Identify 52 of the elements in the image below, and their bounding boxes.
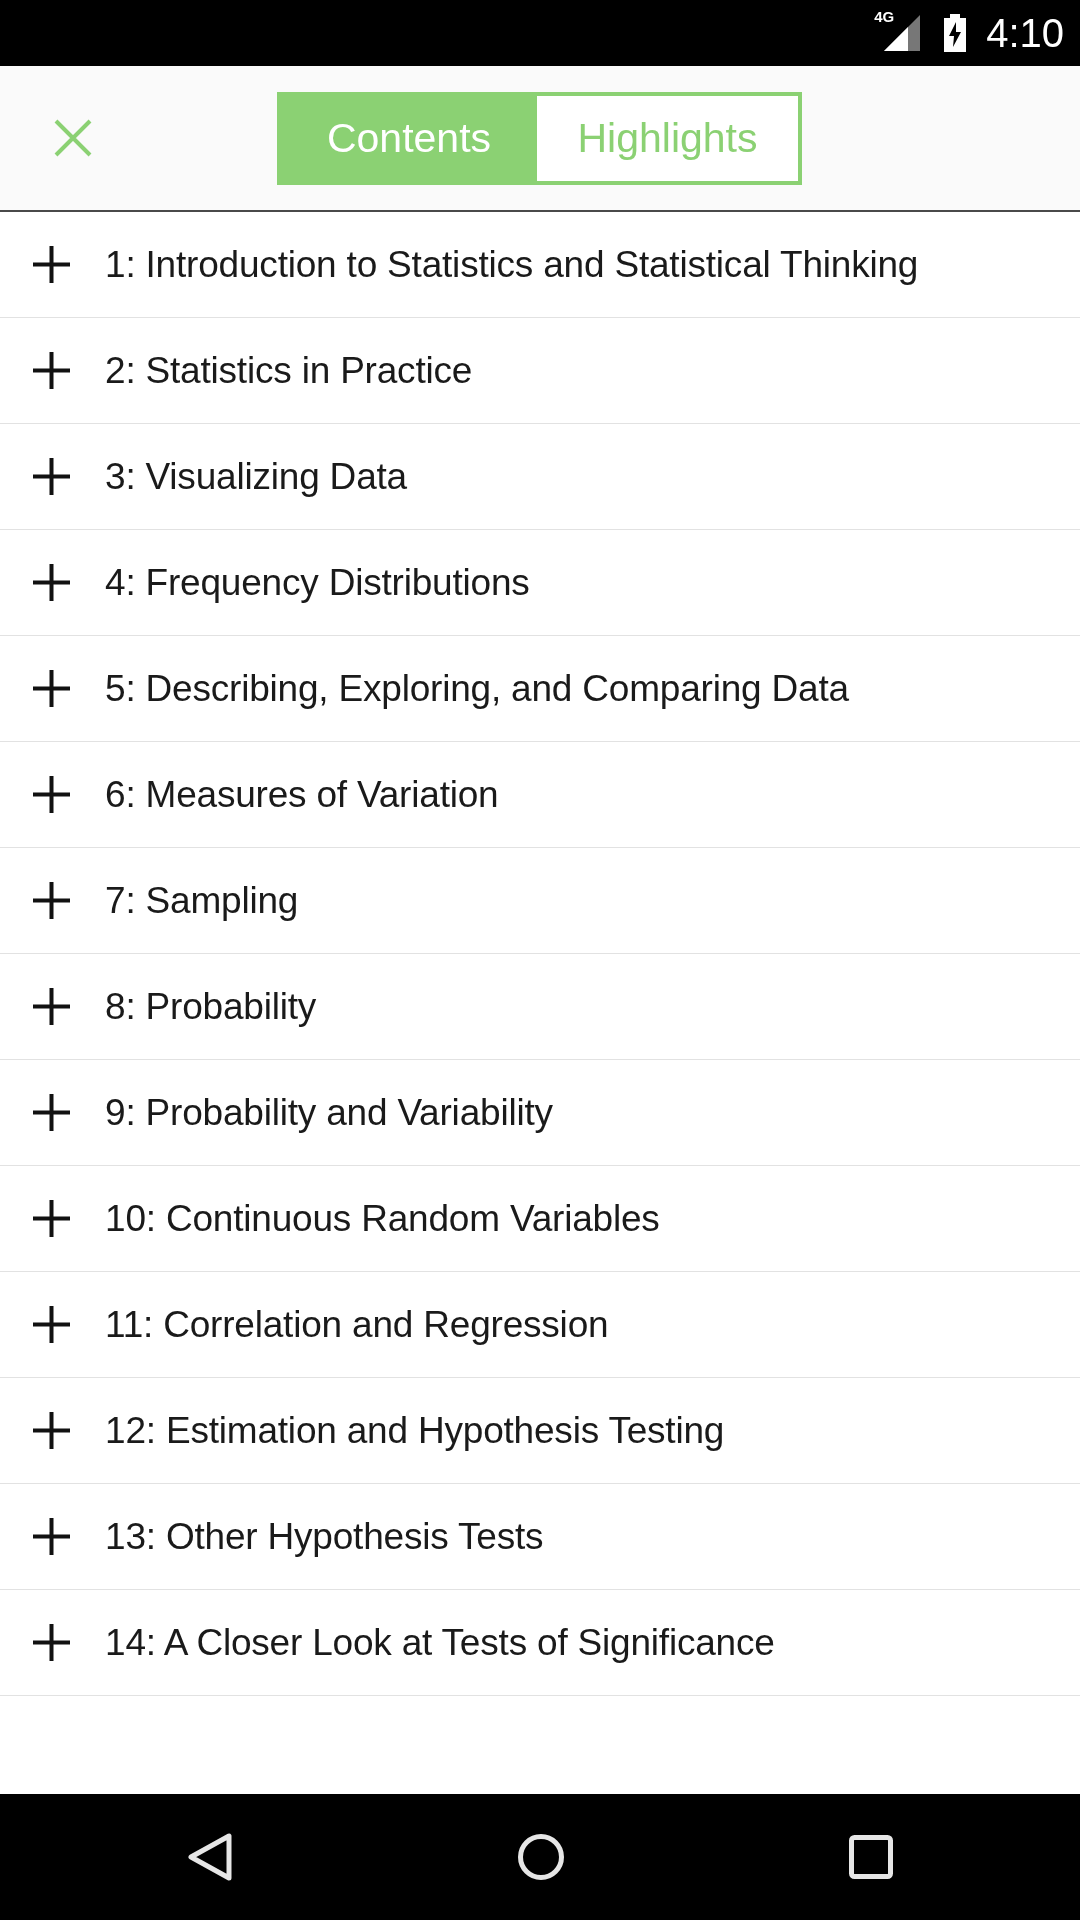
clock-time: 4:10 [986, 10, 1064, 56]
plus-icon[interactable] [33, 988, 70, 1025]
plus-icon[interactable] [33, 352, 70, 389]
chapter-title: 8: Probability [105, 985, 317, 1028]
plus-icon[interactable] [33, 1518, 70, 1555]
network-type: 4G [874, 9, 895, 24]
chapter-title: 11: Correlation and Regression [105, 1303, 609, 1346]
chapter-row[interactable]: 14: A Closer Look at Tests of Significance [0, 1590, 1080, 1696]
plus-icon[interactable] [33, 564, 70, 601]
chapter-title: 6: Measures of Variation [105, 773, 499, 816]
plus-icon[interactable] [33, 246, 70, 283]
chapter-title: 1: Introduction to Statistics and Statistical Thinking [105, 243, 919, 286]
chapter-row[interactable]: 5: Describing, Exploring, and Comparing Data [0, 636, 1080, 742]
chapter-row[interactable]: 11: Correlation and Regression [0, 1272, 1080, 1378]
chapter-title: 2: Statistics in Practice [105, 349, 473, 392]
chapter-row[interactable]: 4: Frequency Distributions [0, 530, 1080, 636]
chapter-row[interactable]: 10: Continuous Random Variables [0, 1166, 1080, 1272]
chapter-row[interactable]: 13: Other Hypothesis Tests [0, 1484, 1080, 1590]
home-button[interactable] [518, 1834, 564, 1880]
recent-apps-button[interactable] [849, 1835, 893, 1879]
plus-icon[interactable] [33, 1624, 70, 1661]
battery-charging-icon [944, 14, 967, 52]
chapter-title: 12: Estimation and Hypothesis Testing [105, 1409, 725, 1452]
plus-icon[interactable] [33, 670, 70, 707]
chapter-row[interactable]: 8: Probability [0, 954, 1080, 1060]
plus-icon[interactable] [33, 1094, 70, 1131]
recent-apps-icon [849, 1835, 893, 1879]
plus-icon[interactable] [33, 1306, 70, 1343]
chapter-title: 13: Other Hypothesis Tests [105, 1515, 544, 1558]
chapter-title: 5: Describing, Exploring, and Comparing Data [105, 667, 849, 710]
plus-icon[interactable] [33, 776, 70, 813]
plus-icon[interactable] [33, 1412, 70, 1449]
chapter-title: 4: Frequency Distributions [105, 561, 530, 604]
close-icon [54, 119, 92, 157]
chapter-title: 14: A Closer Look at Tests of Significance [105, 1621, 775, 1664]
plus-icon[interactable] [33, 1200, 70, 1237]
home-icon [518, 1834, 564, 1880]
chapter-row[interactable]: 2: Statistics in Practice [0, 318, 1080, 424]
back-button[interactable] [187, 1832, 233, 1882]
chapter-title: 9: Probability and Variability [105, 1091, 553, 1134]
chapter-row[interactable]: 3: Visualizing Data [0, 424, 1080, 530]
chapter-row[interactable]: 1: Introduction to Statistics and Statistical Thinking [0, 212, 1080, 318]
chapter-row[interactable]: 12: Estimation and Hypothesis Testing [0, 1378, 1080, 1484]
chapter-title: 3: Visualizing Data [105, 455, 407, 498]
chapter-row[interactable]: 6: Measures of Variation [0, 742, 1080, 848]
chapter-title: 10: Continuous Random Variables [105, 1197, 660, 1240]
back-icon [187, 1832, 233, 1882]
plus-icon[interactable] [33, 458, 70, 495]
chapter-row[interactable]: 9: Probability and Variability [0, 1060, 1080, 1166]
plus-icon[interactable] [33, 882, 70, 919]
chapter-row[interactable]: 7: Sampling [0, 848, 1080, 954]
chapter-title: 7: Sampling [105, 879, 299, 922]
